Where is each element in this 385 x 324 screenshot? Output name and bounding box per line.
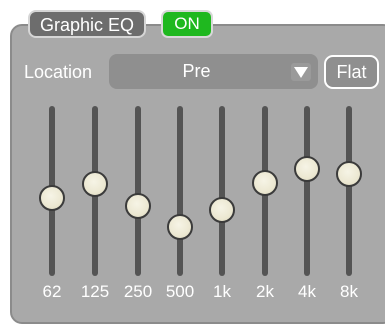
eq-slider-knob[interactable] [125, 193, 151, 220]
eq-slider-1k[interactable] [202, 106, 242, 276]
eq-slider-8k[interactable] [329, 106, 369, 276]
eq-slider-125[interactable] [75, 106, 115, 276]
eq-slider-knob[interactable] [336, 161, 362, 187]
eq-slider-500[interactable] [160, 106, 200, 276]
eq-slider-knob[interactable] [82, 171, 108, 198]
eq-slider-track[interactable] [219, 106, 225, 276]
eq-slider-2k[interactable] [245, 106, 285, 276]
location-select[interactable]: Pre [109, 54, 318, 89]
location-selected-value: Pre [182, 61, 211, 81]
eq-slider-track[interactable] [135, 106, 141, 276]
eq-slider-62[interactable] [32, 106, 72, 276]
eq-band-label: 8k [340, 282, 358, 301]
eq-slider-250[interactable] [118, 106, 158, 276]
eq-slider-4k[interactable] [287, 106, 327, 276]
location-label: Location [24, 62, 93, 82]
dropdown-arrow-icon [291, 63, 311, 81]
eq-slider-track[interactable] [346, 106, 352, 276]
eq-slider-knob[interactable] [252, 169, 278, 196]
eq-slider-track[interactable] [177, 106, 183, 276]
eq-slider-track[interactable] [304, 106, 310, 276]
eq-slider-knob[interactable] [209, 196, 235, 223]
eq-slider-knob[interactable] [39, 184, 65, 211]
eq-slider-knob[interactable] [294, 155, 320, 182]
flat-button[interactable]: Flat [324, 55, 379, 89]
graphic-eq-title: Graphic EQ [28, 10, 147, 38]
power-toggle-button[interactable]: ON [161, 10, 213, 38]
eq-slider-knob[interactable] [167, 213, 193, 240]
